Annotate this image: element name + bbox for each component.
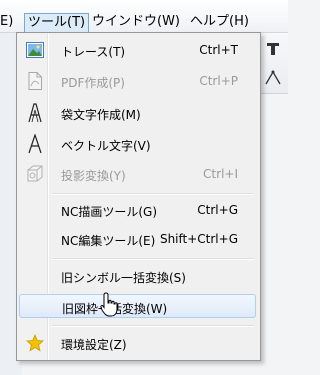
menu-item-nc-draw-tool[interactable]: NC描画ツール(G) Ctrl+G [19,198,256,222]
menu-separator [52,193,254,195]
menubar: E) ツール(T) ウインドウ(W) ヘルプ(H) [0,0,288,33]
menu-help[interactable]: ヘルプ(H) [190,13,249,31]
menu-tool[interactable]: ツール(T) [24,13,90,32]
menu-item-nc-edit-tool[interactable]: NC編集ツール(E) Shift+Ctrl+G [19,227,256,251]
tool-menu-dropdown: トレース(T) Ctrl+T PDF作成(P) Ctrl+P 袋文字作成(M) [16,32,261,361]
menu-item-shortcut: Shift+Ctrl+G [159,232,238,246]
mouse-cursor-icon [100,292,120,318]
menu-item-shortcut: Ctrl+G [197,203,238,217]
menu-item-label: PDF作成(P) [61,76,125,90]
menu-separator [52,325,254,327]
font-icon[interactable] [262,38,284,60]
pdf-icon [25,71,45,91]
menu-item-label: 投影変換(Y) [61,169,126,183]
menu-file[interactable]: E) [0,13,13,31]
menu-item-projection[interactable]: 投影変換(Y) Ctrl+I [19,162,256,186]
menu-item-outline-text[interactable]: 袋文字作成(M) [19,101,256,125]
menu-item-old-symbol-convert[interactable]: 旧シンボル一括変換(S) [19,264,256,288]
line-icon[interactable] [262,66,284,88]
trace-image-icon [25,40,45,60]
outline-text-icon [25,103,45,123]
menu-item-label: 袋文字作成(M) [61,108,141,122]
menu-item-vector-text[interactable]: ベクトル文字(V) [19,132,256,156]
menu-item-shortcut: Ctrl+P [199,74,238,88]
menu-item-shortcut: Ctrl+T [199,43,238,57]
menu-window[interactable]: ウインドウ(W) [92,13,180,31]
menu-item-label: ベクトル文字(V) [61,139,151,153]
menu-item-label: トレース(T) [61,45,126,59]
menu-item-shortcut: Ctrl+I [203,167,238,181]
menu-item-label: 環境設定(Z) [61,338,127,352]
vector-text-icon [25,134,45,154]
menu-separator [52,258,254,260]
menu-item-pdf[interactable]: PDF作成(P) Ctrl+P [19,69,256,93]
menu-item-trace[interactable]: トレース(T) Ctrl+T [19,38,256,62]
menu-item-label: NC描画ツール(G) [61,205,158,219]
projection-icon [25,164,45,184]
star-icon [25,333,45,353]
menu-item-settings[interactable]: 環境設定(Z) [19,331,256,355]
menu-item-label: 旧シンボル一括変換(S) [61,271,186,285]
menu-item-old-frame-convert[interactable]: 旧図枠一括変換(W) [19,294,256,318]
menu-item-label: NC編集ツール(E) [61,234,156,248]
